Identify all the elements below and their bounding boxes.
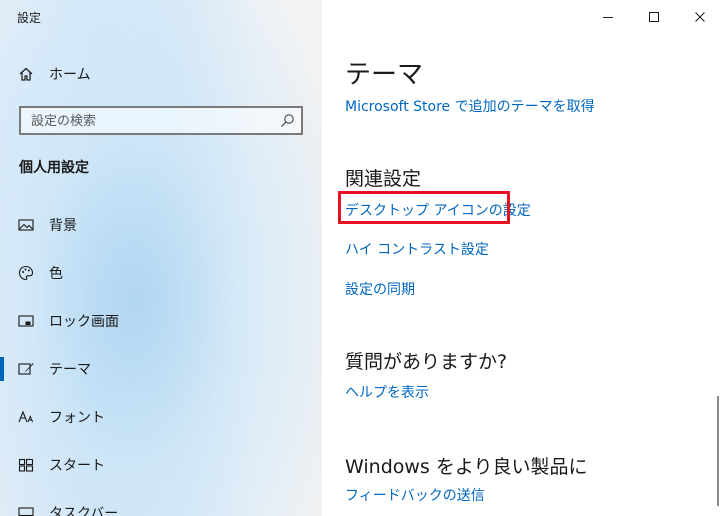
sidebar-item-label: テーマ: [49, 362, 91, 378]
maximize-button[interactable]: [631, 0, 677, 34]
sidebar-item-home[interactable]: ホーム: [0, 54, 322, 94]
sidebar-item-label: スタート: [49, 458, 105, 474]
search-input[interactable]: [31, 111, 271, 131]
start-grid-icon: [17, 456, 35, 474]
font-icon: [17, 408, 35, 426]
feedback-link[interactable]: フィードバックの送信: [345, 485, 485, 505]
palette-icon: [17, 264, 35, 282]
settings-window: 設定 ホーム 個人用設定: [0, 0, 724, 516]
search-box[interactable]: [19, 106, 303, 135]
highlight-box: [338, 191, 510, 224]
sidebar-item-themes[interactable]: テーマ: [0, 349, 322, 389]
section-heading: 個人用設定: [19, 160, 89, 176]
sync-settings-link[interactable]: 設定の同期: [345, 279, 415, 299]
minimize-button[interactable]: [585, 0, 631, 34]
maximize-icon: [649, 12, 659, 22]
close-button[interactable]: [677, 0, 723, 34]
home-icon: [17, 65, 35, 83]
sidebar-item-label: ロック画面: [49, 314, 119, 330]
sidebar-item-label: ホーム: [49, 67, 91, 83]
main-pane: テーマ Microsoft Store で追加のテーマを取得 関連設定 デスクト…: [322, 0, 724, 516]
get-help-link[interactable]: ヘルプを表示: [345, 382, 429, 402]
sidebar-item-label: 色: [49, 266, 63, 282]
sidebar-item-background[interactable]: 背景: [0, 205, 322, 245]
question-heading: 質問がありますか?: [345, 351, 508, 373]
store-link[interactable]: Microsoft Store で追加のテーマを取得: [345, 96, 595, 116]
sidebar-item-label: フォント: [49, 410, 105, 426]
picture-icon: [17, 216, 35, 234]
selection-indicator: [0, 357, 4, 381]
sidebar-item-label: 背景: [49, 218, 77, 234]
high-contrast-settings-link[interactable]: ハイ コントラスト設定: [345, 239, 489, 259]
scrollbar[interactable]: [717, 396, 719, 506]
sidebar-item-label: タスクバー: [49, 506, 119, 516]
page-title: テーマ: [345, 60, 424, 90]
taskbar-icon: [17, 504, 35, 516]
sidebar-item-lock-screen[interactable]: ロック画面: [0, 301, 322, 341]
close-icon: [695, 12, 705, 22]
sidebar-item-taskbar[interactable]: タスクバー: [0, 493, 322, 516]
search-icon[interactable]: [280, 113, 295, 128]
app-title: 設定: [17, 11, 42, 25]
sidebar-item-colors[interactable]: 色: [0, 253, 322, 293]
sidebar: 設定 ホーム 個人用設定: [0, 0, 322, 516]
theme-brush-icon: [17, 360, 35, 378]
minimize-icon: [603, 17, 613, 18]
sidebar-item-start[interactable]: スタート: [0, 445, 322, 485]
related-settings-heading: 関連設定: [345, 168, 422, 190]
sidebar-item-fonts[interactable]: フォント: [0, 397, 322, 437]
lock-screen-icon: [17, 312, 35, 330]
improve-windows-heading: Windows をより良い製品に: [345, 456, 588, 478]
